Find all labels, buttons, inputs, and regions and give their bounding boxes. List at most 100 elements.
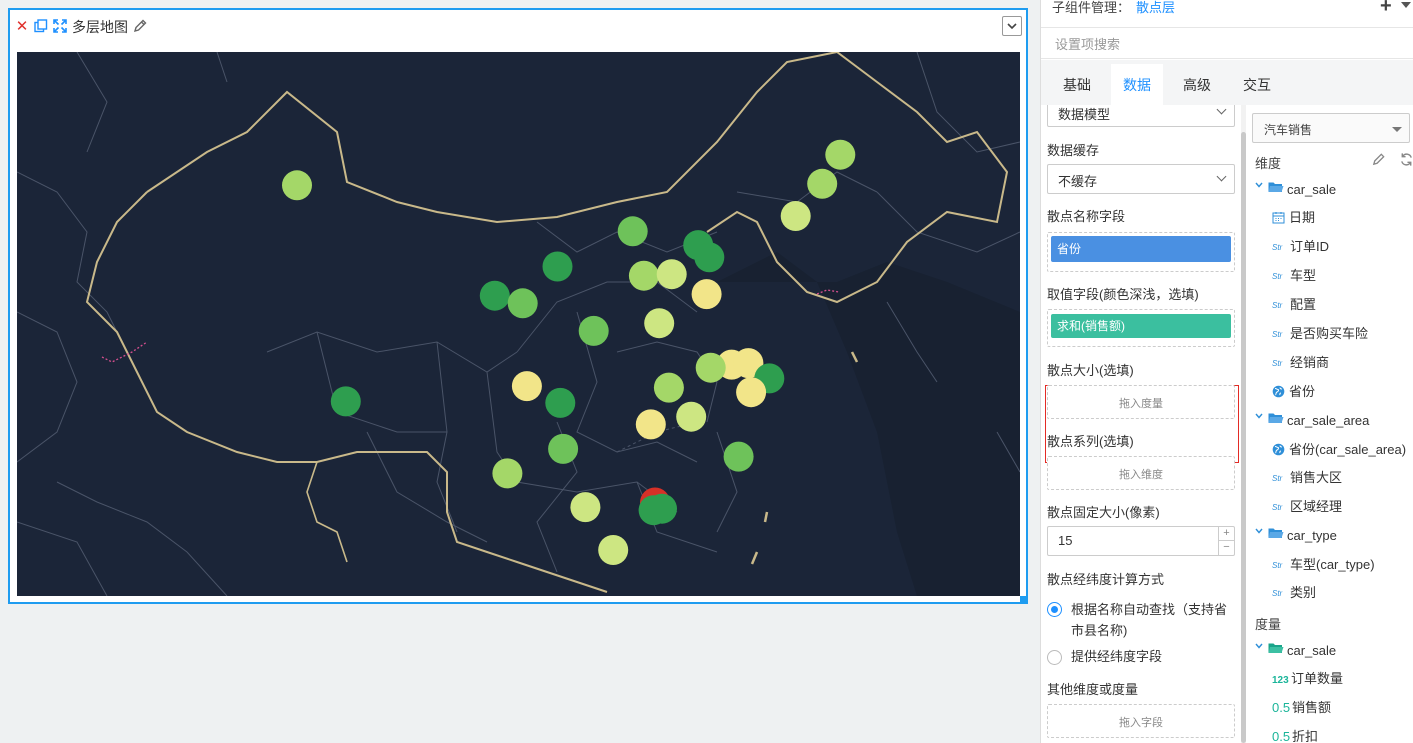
caret-down-icon[interactable] (1401, 2, 1411, 8)
increment-button[interactable]: + (1219, 527, 1234, 541)
scatter-point[interactable] (282, 170, 312, 201)
field-list: 汽车销售 维度 car_sale 日期 Str 订单ID Str 车型 Str 配置 Str 是否… (1247, 105, 1413, 743)
close-icon[interactable]: ✕ (14, 19, 30, 35)
tab-interaction[interactable]: 交互 (1233, 64, 1281, 105)
field-item[interactable]: Str 订单ID (1272, 238, 1329, 257)
expand-icon[interactable] (52, 19, 68, 35)
field-item[interactable]: Str 配置 (1272, 296, 1316, 315)
pencil-icon[interactable] (1371, 152, 1387, 168)
plus-icon[interactable]: + (1380, 0, 1392, 16)
field-label: 区域经理 (1290, 499, 1343, 514)
radio-latlng-fields[interactable] (1047, 650, 1062, 665)
scatter-point[interactable] (676, 401, 707, 432)
field-item[interactable]: Str 类别 (1272, 584, 1316, 603)
resize-handle[interactable] (1020, 596, 1027, 603)
radio-auto-lookup[interactable] (1047, 602, 1062, 617)
tree-group-label: car_sale (1287, 643, 1337, 658)
radio-latlng-fields-label[interactable]: 提供经纬度字段 (1071, 646, 1239, 667)
refresh-icon[interactable] (1399, 152, 1413, 168)
tree-group-label: car_sale_area (1287, 413, 1370, 428)
chevron-down-icon[interactable] (1255, 527, 1263, 535)
scatter-point[interactable] (511, 371, 542, 402)
scatter-point[interactable] (647, 493, 677, 524)
field-item[interactable]: 省份 (1272, 383, 1315, 401)
field-chip-province[interactable]: 省份 (1051, 236, 1231, 262)
china-scatter-map[interactable] (17, 52, 1020, 596)
scatter-point[interactable] (598, 535, 629, 565)
scatter-point[interactable] (736, 377, 767, 408)
measure-section-label: 度量 (1255, 617, 1282, 632)
dataset-value: 汽车销售 (1264, 123, 1313, 137)
scatter-point[interactable] (617, 216, 648, 247)
name-field-dropzone[interactable]: 省份 (1047, 232, 1235, 272)
field-item[interactable]: 0.5 折扣 (1272, 728, 1318, 743)
folder-open-icon (1268, 413, 1284, 423)
field-item[interactable]: 日期 (1272, 209, 1315, 227)
scatter-point[interactable] (628, 260, 659, 291)
other-fields-dropzone[interactable]: 拖入字段 (1047, 704, 1235, 738)
scatter-point[interactable] (578, 315, 609, 346)
chevron-down-icon[interactable] (1255, 181, 1263, 189)
field-item[interactable]: Str 车型 (1272, 267, 1316, 286)
fixed-size-label: 散点固定大小(像素) (1047, 505, 1160, 520)
field-item[interactable]: Str 区域经理 (1272, 498, 1342, 517)
scatter-point[interactable] (694, 242, 725, 273)
dataset-select[interactable]: 汽车销售 (1252, 113, 1410, 143)
scatter-point[interactable] (542, 251, 573, 282)
field-chip-sum-sales[interactable]: 求和(销售额) (1051, 314, 1231, 338)
tree-group[interactable]: car_sale_area (1247, 412, 1413, 430)
scatter-point[interactable] (656, 259, 687, 290)
tree-group[interactable]: car_sale (1247, 642, 1413, 660)
field-item[interactable]: Str 车型(car_type) (1272, 556, 1375, 575)
scatter-point[interactable] (780, 201, 811, 231)
scatter-point[interactable] (570, 492, 601, 523)
scatter-point[interactable] (695, 352, 726, 383)
stepper-buttons: + − (1218, 527, 1234, 555)
scatter-point[interactable] (492, 458, 523, 489)
field-item[interactable]: Str 是否购买车险 (1272, 325, 1368, 344)
field-item[interactable]: Str 经销商 (1272, 354, 1329, 373)
scatter-point[interactable] (723, 441, 754, 472)
scatter-point[interactable] (330, 386, 361, 417)
tab-data[interactable]: 数据 (1111, 64, 1163, 105)
tab-advanced[interactable]: 高级 (1173, 64, 1221, 105)
sub-manager-layer-link[interactable]: 散点层 (1136, 0, 1175, 15)
scatter-point[interactable] (807, 168, 838, 199)
widget-title: 多层地图 (72, 19, 128, 35)
scatter-point[interactable] (635, 409, 666, 440)
field-item[interactable]: 123 订单数量 (1272, 670, 1343, 690)
string-type-icon: Str (1272, 474, 1283, 483)
settings-search-input[interactable] (1055, 34, 1395, 54)
size-dropzone[interactable]: 拖入度量 (1047, 385, 1235, 419)
scatter-point[interactable] (825, 139, 856, 170)
chevron-down-icon[interactable] (1255, 412, 1263, 420)
scatter-point[interactable] (545, 387, 576, 418)
fixed-size-stepper[interactable]: 15 + − (1047, 526, 1235, 556)
field-item[interactable]: Str 销售大区 (1272, 469, 1342, 488)
decrement-button[interactable]: − (1219, 541, 1234, 555)
scatter-point[interactable] (507, 288, 538, 319)
scatter-point[interactable] (548, 433, 579, 464)
field-label: 类别 (1290, 585, 1317, 600)
scatter-point[interactable] (644, 308, 675, 339)
tree-group[interactable]: car_type (1247, 527, 1413, 545)
cache-select[interactable]: 不缓存 (1047, 164, 1235, 194)
series-dropzone[interactable]: 拖入维度 (1047, 456, 1235, 490)
copy-icon[interactable] (33, 19, 49, 35)
coord-method-label: 散点经纬度计算方式 (1047, 572, 1165, 587)
scatter-point[interactable] (479, 280, 510, 311)
map-widget[interactable]: ✕ 多层地图 (8, 8, 1028, 604)
scatter-point[interactable] (691, 279, 722, 310)
data-model-select[interactable]: 数据模型 (1047, 105, 1235, 127)
field-item[interactable]: 省份(car_sale_area) (1272, 441, 1406, 459)
radio-auto-lookup-label[interactable]: 根据名称自动查找（支持省市县名称) (1071, 599, 1239, 641)
scrollbar-thumb[interactable] (1241, 132, 1246, 743)
chevron-down-icon[interactable] (1255, 642, 1263, 650)
value-field-dropzone[interactable]: 求和(销售额) (1047, 309, 1235, 347)
scatter-point[interactable] (653, 372, 684, 403)
tree-group[interactable]: car_sale (1247, 181, 1413, 199)
chevron-down-icon[interactable] (1002, 16, 1022, 36)
field-item[interactable]: 0.5 销售额 (1272, 699, 1331, 717)
pencil-icon[interactable] (132, 18, 148, 34)
tab-basic[interactable]: 基础 (1053, 64, 1101, 105)
